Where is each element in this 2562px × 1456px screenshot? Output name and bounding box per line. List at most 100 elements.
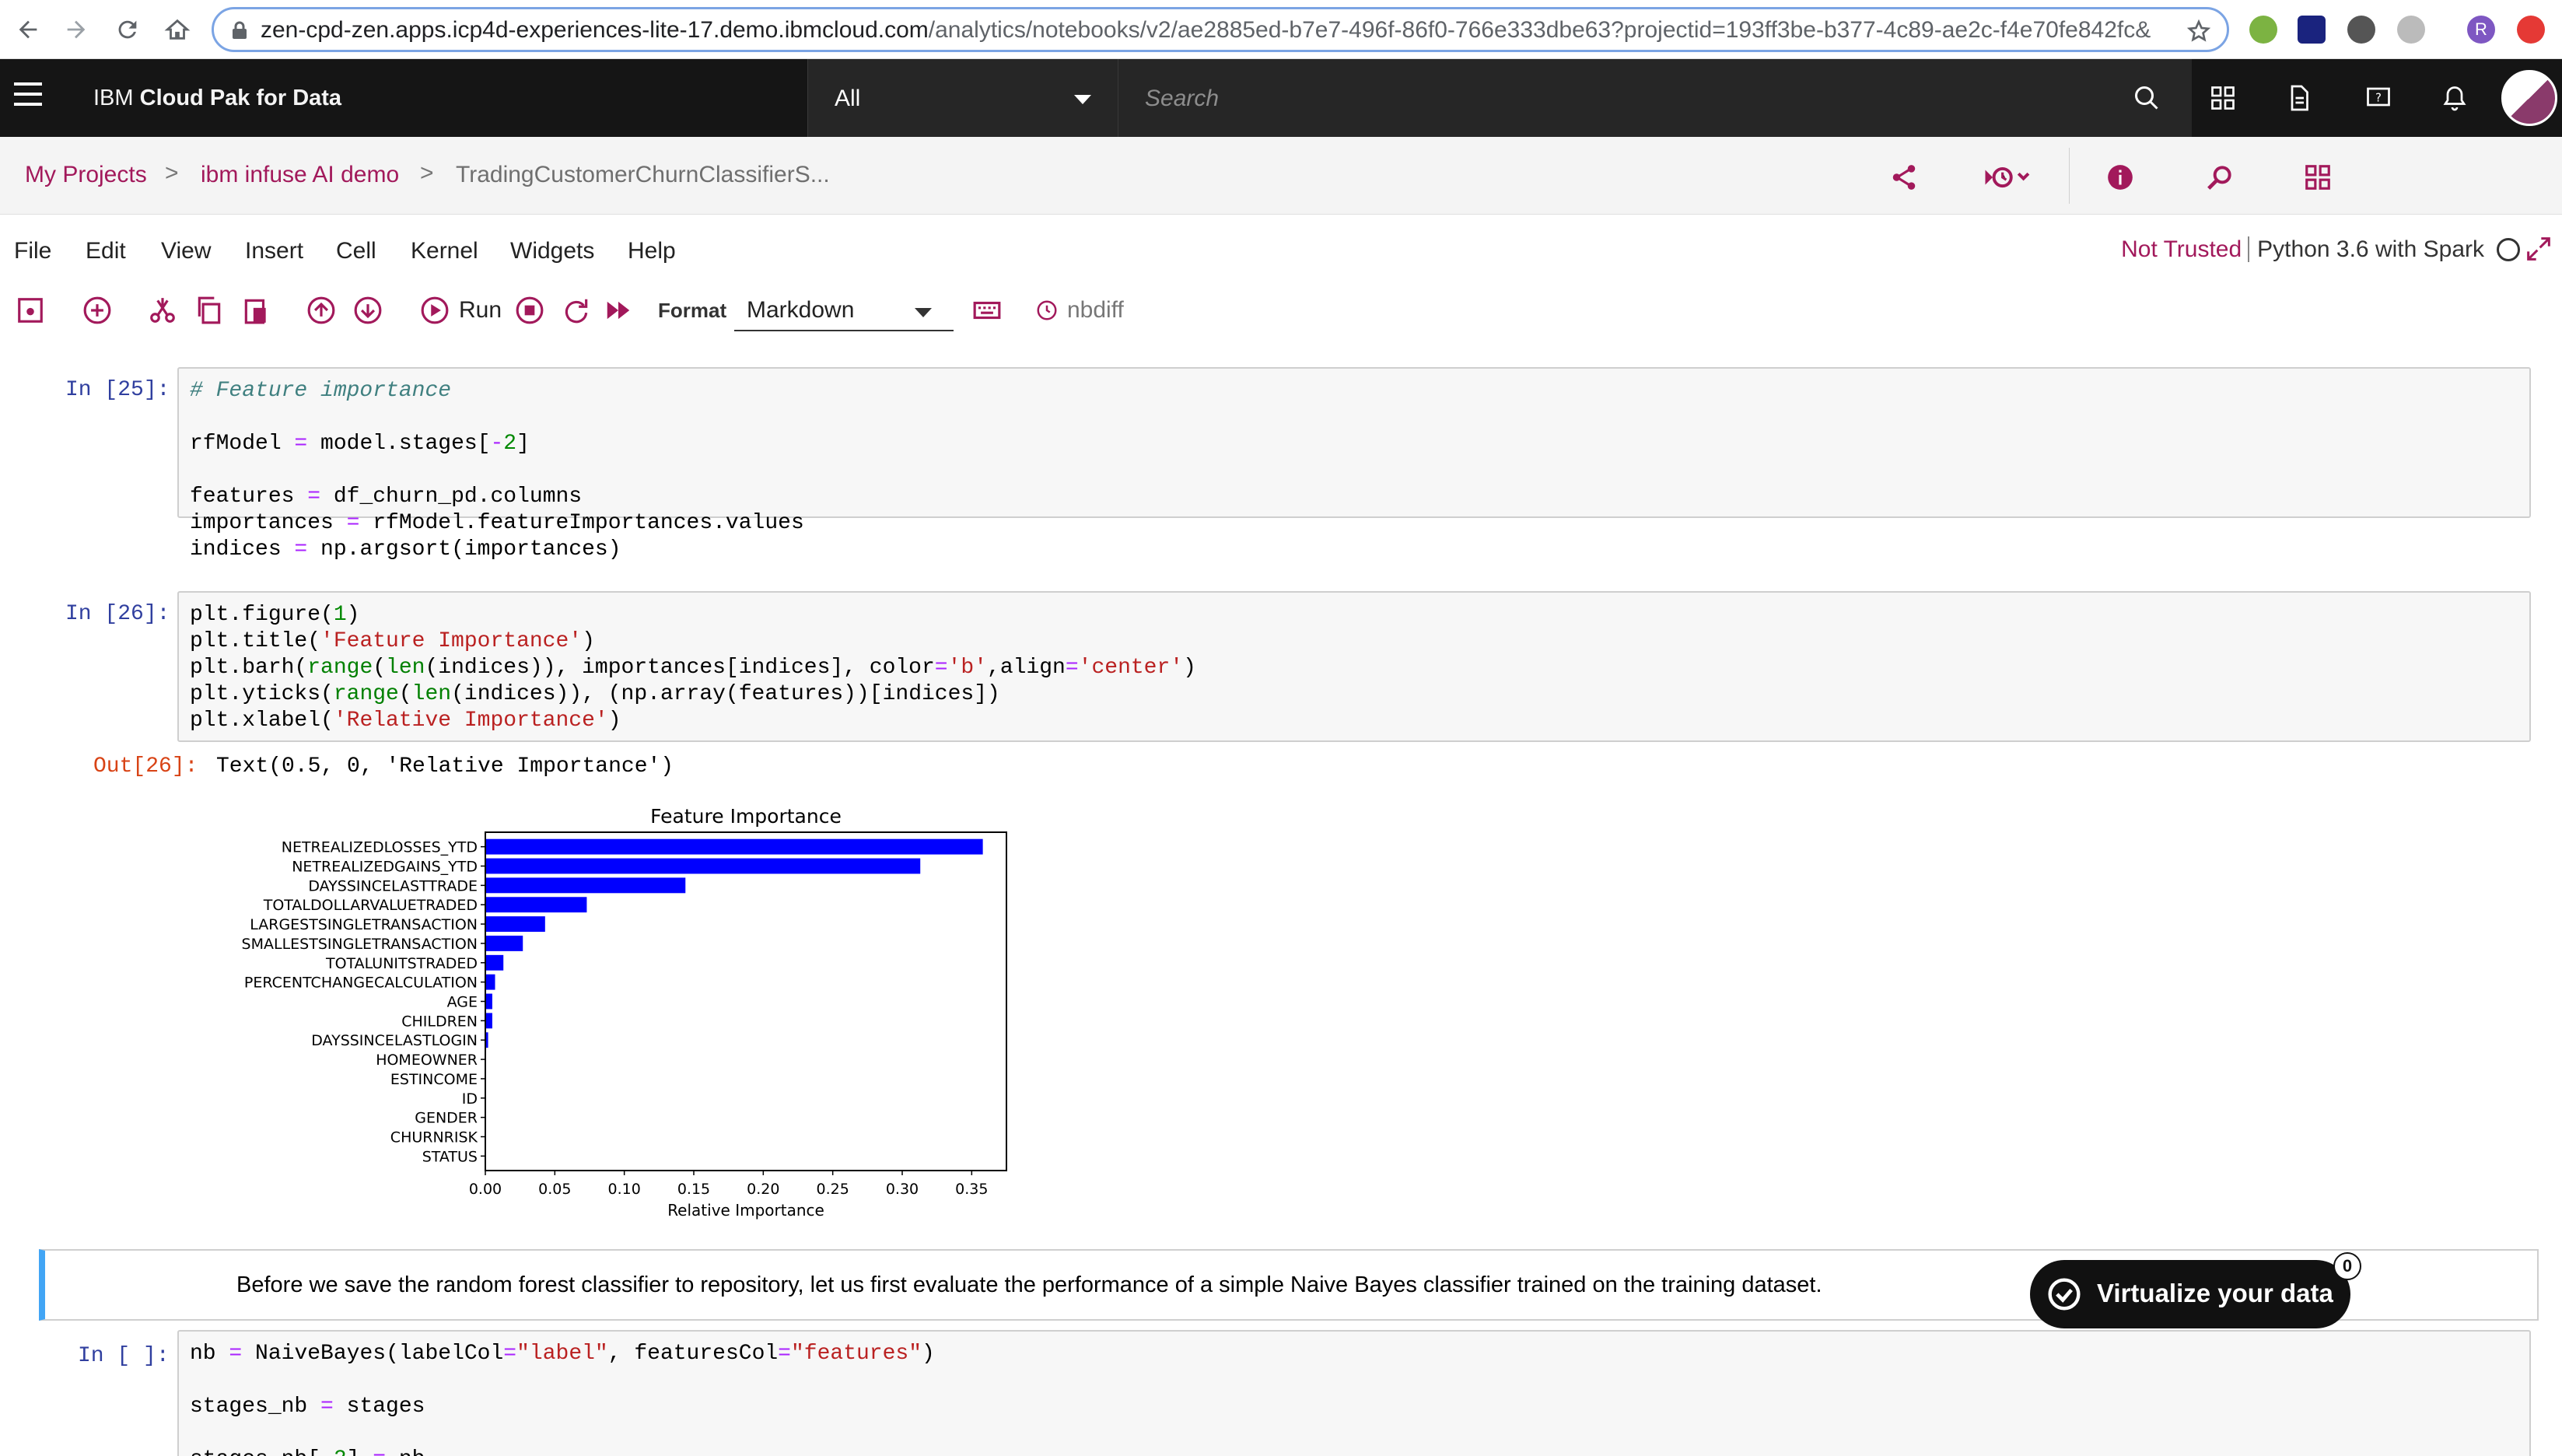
insert-cell-icon[interactable] [79,292,115,328]
scope-dropdown[interactable]: All [807,59,1118,137]
info-icon[interactable] [2098,156,2142,199]
reload-icon[interactable] [106,8,149,51]
keyboard-icon[interactable] [969,292,1005,328]
trust-status[interactable]: Not Trusted [2121,236,2242,262]
search-input[interactable]: Search [1118,59,2192,137]
copy-icon[interactable] [191,292,227,328]
paste-icon[interactable] [238,292,274,328]
virtualize-data-button[interactable]: Virtualize your data [2030,1260,2350,1328]
browser-toolbar: zen-cpd-zen.apps.icp4d-experiences-lite-… [0,0,2562,59]
chart-bar [485,838,983,855]
user-avatar[interactable] [2501,70,2557,126]
save-icon[interactable] [12,292,48,328]
run-all-icon[interactable] [600,292,636,328]
breadcrumb-notebook: TradingCustomerChurnClassifierS... [456,162,830,187]
restart-icon[interactable] [558,292,594,328]
chevron-down-icon [915,308,932,317]
address-bar[interactable]: zen-cpd-zen.apps.icp4d-experiences-lite-… [212,7,2229,52]
nbdiff-button[interactable]: nbdiff [1067,297,1124,324]
y-tick-label: PERCENTCHANGECALCULATION [244,975,478,992]
run-button[interactable]: Run [459,297,502,324]
code-cell-nb[interactable]: nb = NaiveBayes(labelCol="label", featur… [177,1330,2531,1456]
version-history-icon[interactable] [1972,156,2042,199]
output-prompt: Out[26]: [93,754,198,779]
menu-widgets[interactable]: Widgets [510,238,594,264]
cell-format-value: Markdown [747,297,855,323]
nbdiff-icon[interactable] [1031,292,1062,328]
chart-bar [485,993,492,1010]
code-cell-26[interactable]: plt.figure(1) plt.title('Feature Importa… [177,591,2531,742]
y-tick-label: STATUS [422,1148,478,1165]
y-tick-label: SMALLESTSINGLETRANSACTION [242,936,478,953]
code-content[interactable]: plt.figure(1) plt.title('Feature Importa… [190,602,1196,734]
share-icon[interactable] [1882,156,1926,199]
home-icon[interactable] [156,8,199,51]
extension-react-icon[interactable] [2298,16,2326,44]
catalog-icon[interactable] [2201,76,2245,120]
markdown-text: Before we save the random forest classif… [236,1272,1822,1297]
format-label: Format [658,299,727,322]
menu-view[interactable]: View [161,238,211,264]
feature-importance-chart: Feature Importance NETREALIZEDLOSSES_YTD N… [242,805,1007,1220]
x-tick-label: 0.20 [747,1181,779,1198]
move-down-icon[interactable] [350,292,386,328]
notification-count-badge: 0 [2333,1252,2361,1280]
brand-name[interactable]: IBM Cloud Pak for Data [93,86,341,111]
code-cell-25[interactable]: # Feature importance rfModel = model.sta… [177,367,2531,562]
breadcrumb-my-projects[interactable]: My Projects [25,162,147,188]
back-icon[interactable] [6,8,50,51]
divider [2069,148,2070,204]
x-tick-label: 0.15 [677,1181,710,1198]
extension-accessibility-icon[interactable] [2347,16,2375,44]
extension-gray-icon[interactable] [2397,16,2425,44]
code-content[interactable]: nb = NaiveBayes(labelCol="label", featur… [190,1341,935,1456]
kernel-name[interactable]: Python 3.6 with Spark [2248,236,2484,262]
extension-red-icon[interactable] [2517,16,2545,44]
x-tick-label: 0.00 [469,1181,502,1198]
document-icon[interactable] [2277,76,2321,120]
bookmark-star-icon[interactable] [2186,19,2211,44]
breadcrumb: My Projects > ibm infuse AI demo > Tradi… [0,137,2562,215]
data-panel-icon[interactable] [2296,156,2340,199]
y-tick-label: CHILDREN [401,1013,478,1030]
menu-edit[interactable]: Edit [86,238,126,264]
kernel-status: Not Trusted Python 3.6 with Spark [2121,236,2484,263]
y-tick-label: LARGESTSINGLETRANSACTION [250,916,478,933]
expand-icon[interactable] [2523,233,2554,264]
menu-insert[interactable]: Insert [245,238,303,264]
extension-green-icon[interactable] [2249,16,2277,44]
cut-icon[interactable] [145,292,180,328]
profile-avatar[interactable]: R [2467,16,2495,44]
chart-bar [485,954,504,971]
forward-icon[interactable] [54,8,98,51]
x-tick-label: 0.30 [886,1181,919,1198]
find-replace-icon[interactable] [2198,156,2242,199]
y-tick-label: DAYSSINCELASTLOGIN [311,1032,478,1049]
notebook-toolbar: Run Format Markdown nbdiff [0,285,2562,336]
menu-help[interactable]: Help [628,238,676,264]
x-tick-label: 0.10 [608,1181,641,1198]
code-content[interactable]: # Feature importance rfModel = model.sta… [190,378,804,563]
y-tick-label: ID [462,1090,478,1108]
hamburger-menu-icon[interactable] [14,82,42,114]
stop-icon[interactable] [512,292,548,328]
chevron-down-icon [1074,95,1091,104]
y-tick-label: HOMEOWNER [376,1052,478,1069]
menu-cell[interactable]: Cell [336,238,376,264]
run-icon[interactable] [417,292,453,328]
search-icon[interactable] [2125,76,2168,120]
chart-bar [485,916,545,933]
help-icon[interactable]: ? [2357,76,2400,120]
x-tick-label: 0.35 [955,1181,988,1198]
menu-file[interactable]: File [14,238,51,264]
menu-kernel[interactable]: Kernel [411,238,478,264]
search-placeholder: Search [1145,86,1220,111]
breadcrumb-project[interactable]: ibm infuse AI demo [201,162,399,188]
y-tick-label: NETREALIZEDGAINS_YTD [292,859,478,876]
chart-bar [485,897,587,913]
notification-bell-icon[interactable] [2433,76,2476,120]
move-up-icon[interactable] [303,292,339,328]
cell-format-select[interactable]: Markdown [734,288,954,331]
cell-prompt: In [26]: [65,602,170,626]
x-axis-label: Relative Importance [667,1201,824,1220]
